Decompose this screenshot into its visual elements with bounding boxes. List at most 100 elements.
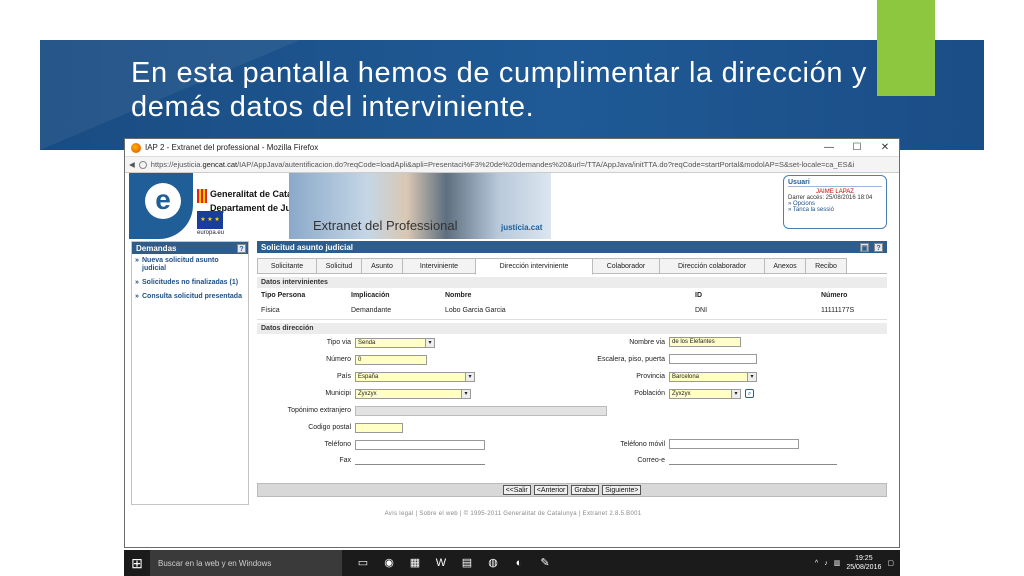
back-icon[interactable]: ◀ [129,160,135,169]
close-button[interactable]: ✕ [871,142,899,153]
siguiente-button[interactable]: Siguiente> [602,485,642,495]
volume-icon[interactable]: ♪ [824,560,828,567]
col-implicacion: Implicación [351,291,390,299]
cell-id: DNI [695,307,708,314]
escalera-label: Escalera, piso, puerta [597,356,665,363]
tab-interviniente[interactable]: Interviniente [402,258,476,273]
correo-label: Correo-e [637,457,665,464]
print-icon[interactable]: ▣ [860,242,869,252]
municipi-select[interactable]: Zyxzyx ▾ [355,389,471,399]
help-icon[interactable]: ? [237,243,246,253]
user-box: Usuari JAIME LAPAZ Darrer accés: 25/08/2… [783,175,887,229]
section-intervinientes: Datos intervinientes [257,277,887,288]
tray-arrow-icon[interactable]: ^ [815,560,818,567]
tab-direccion-colaborador[interactable]: Dirección colaborador [659,258,765,273]
logout-link[interactable]: » Tanca la sessió [788,207,882,213]
tab-recibo[interactable]: Recibo [805,258,847,273]
system-tray: ^ ♪ ▥ 19:25 25/08/2016 ▢ [815,554,894,572]
windows-start-icon[interactable]: ⊞ [124,550,150,576]
tipo-via-select[interactable]: Senda ▾ [355,338,435,348]
provincia-select[interactable]: Barcelona ▾ [669,372,757,382]
explorer-icon[interactable]: ▤ [460,556,474,570]
taskbar-search[interactable]: Buscar en la web y en Windows [150,550,342,576]
col-nombre: Nombre [445,291,472,299]
sidebar-item-no-finalizadas[interactable]: Solicitudes no finalizadas (1) [132,276,248,290]
correo-input[interactable] [669,455,837,465]
tab-direccion-interviniente[interactable]: Dirección interviniente [475,258,593,275]
store-icon[interactable]: ▦ [408,556,422,570]
task-view-icon[interactable]: ▭ [356,556,370,570]
chrome-icon[interactable]: ◍ [486,556,500,570]
search-icon[interactable]: ⌕ [745,389,754,398]
eu-label: europa.eu [197,230,225,236]
col-numero: Número [821,291,848,299]
salir-button[interactable]: <<Salir [502,485,531,495]
tab-bar: Solicitante Solicitud Asunto Intervinien… [257,258,887,275]
notifications-icon[interactable]: ▢ [887,559,894,567]
extranet-title: Extranet del Professional [313,218,458,233]
col-tipo-persona: Tipo Persona [261,291,306,299]
sidebar: Demandas? Nueva solicitud asunto judicia… [131,241,249,505]
nombre-via-input[interactable]: de los Elefantes [669,337,741,347]
nombre-via-label: Nombre via [629,339,665,346]
word-icon[interactable]: W [434,556,448,570]
telefono-movil-input[interactable] [669,439,799,449]
tipo-via-value: Senda [358,340,376,346]
firefox-taskbar-icon[interactable]: ◐ [512,556,526,570]
fax-label: Fax [339,457,351,464]
section-direccion: Datos dirección [257,323,887,334]
col-id: ID [695,291,702,299]
toponimo-input [355,406,607,416]
clock-time: 19:25 [855,555,873,562]
anterior-button[interactable]: <Anterior [533,485,569,495]
tab-solicitante[interactable]: Solicitante [257,258,317,273]
tab-asunto[interactable]: Asunto [361,258,403,273]
pais-select[interactable]: España ▾ [355,372,475,382]
justicia-cat-logo[interactable]: justícia.cat [501,223,542,232]
tipo-via-label: Tipo via [326,339,351,346]
button-bar: <<Salir <Anterior Grabar Siguiente> [257,483,887,497]
pais-value: España [358,374,379,380]
eu-flag-icon[interactable]: ★ ★ ★ [197,211,223,229]
paint-icon[interactable]: ✎ [538,556,552,570]
clock[interactable]: 19:25 25/08/2016 [846,554,881,572]
fax-input[interactable] [355,455,485,465]
sidebar-item-consulta[interactable]: Consulta solicitud presentada [132,290,248,304]
clock-date: 25/08/2016 [846,564,882,571]
info-icon[interactable] [138,160,147,169]
minimize-button[interactable]: — [815,142,843,153]
e-justicia-logo[interactable]: e [129,173,193,239]
chevron-down-icon: ▾ [747,373,756,381]
codigo-postal-label: Codigo postal [308,424,351,431]
table-row[interactable]: Física Demandante Lobo Garcia Garcia DNI… [257,302,887,320]
numero-input[interactable]: 0 [355,355,427,365]
escalera-input[interactable] [669,354,757,364]
media-icon[interactable]: ◉ [382,556,396,570]
codigo-postal-input[interactable] [355,423,403,433]
cell-implicacion: Demandante [351,307,392,314]
telefono-movil-label: Teléfono móvil [620,441,665,448]
poblacion-value: Zyxzyx [672,391,691,397]
window-titlebar: IAP 2 - Extranet del professional - Mozi… [125,139,899,157]
tab-anexos[interactable]: Anexos [764,258,806,273]
telefono-input[interactable] [355,440,485,450]
cell-numero: 11111177S [821,307,855,314]
municipi-value: Zyxzyx [358,391,377,397]
municipi-label: Municipi [325,390,351,397]
firefox-icon [131,142,141,153]
user-heading: Usuari [788,179,882,187]
help-icon[interactable]: ? [874,242,883,252]
table-header: Tipo Persona Implicación Nombre ID Númer… [257,288,887,302]
poblacion-select[interactable]: Zyxzyx ▾ [669,389,741,399]
tab-colaborador[interactable]: Colaborador [592,258,660,273]
main-panel: Solicitud asunto judicial ▣? Solicitante… [257,241,887,505]
chevron-down-icon: ▾ [425,339,434,347]
grabar-button[interactable]: Grabar [571,485,600,495]
address-bar[interactable]: ◀ https://ejusticia.gencat.cat/IAP/AppJa… [125,157,899,173]
tab-solicitud[interactable]: Solicitud [316,258,362,273]
maximize-button[interactable]: ☐ [843,142,871,153]
network-icon[interactable]: ▥ [834,559,841,567]
site-header: e Generalitat de Catalunya Departament de… [125,173,899,241]
sidebar-item-nueva[interactable]: Nueva solicitud asunto judicial [132,254,248,276]
toponimo-label: Topónimo extranjero [287,407,351,414]
